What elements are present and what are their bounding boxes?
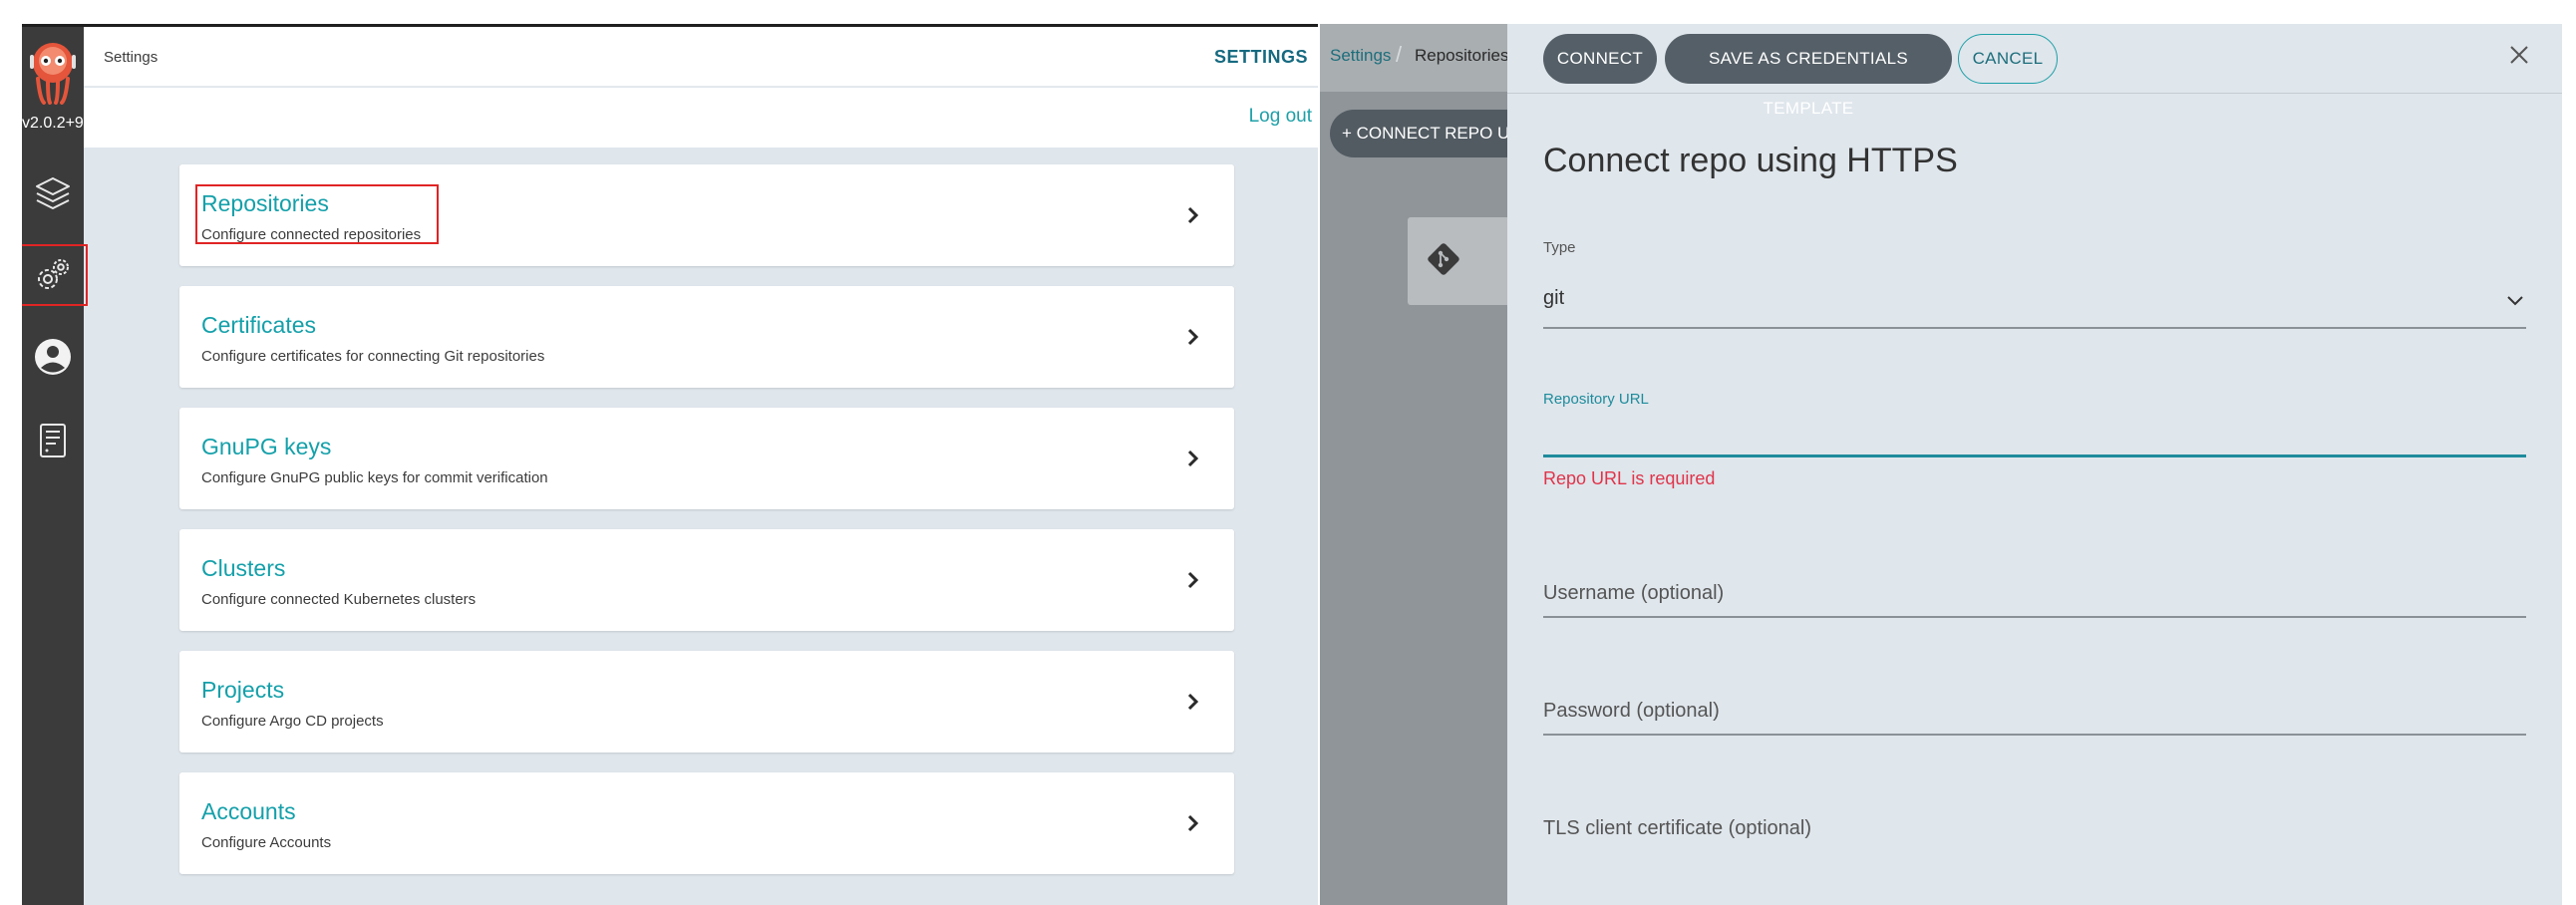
username-input[interactable]: Username (optional) bbox=[1543, 582, 1724, 605]
breadcrumb-separator: / bbox=[1396, 42, 1403, 67]
drawer-header: CONNECT SAVE AS CREDENTIALS TEMPLATE CAN… bbox=[1507, 24, 2562, 118]
card-title: Accounts bbox=[201, 798, 296, 824]
connect-repo-drawer: CONNECT SAVE AS CREDENTIALS TEMPLATE CAN… bbox=[1507, 24, 2562, 905]
connect-repo-https-button[interactable]: + CONNECT REPO USING HTTPS bbox=[1330, 110, 1529, 157]
repository-url-underline bbox=[1543, 454, 2526, 457]
password-input[interactable]: Password (optional) bbox=[1543, 700, 1720, 723]
card-accounts[interactable]: Accounts Configure Accounts bbox=[179, 772, 1234, 874]
card-description: Configure Accounts bbox=[201, 834, 332, 851]
settings-breadcrumb-link[interactable]: SETTINGS bbox=[1214, 47, 1308, 68]
logout-link[interactable]: Log out bbox=[1249, 106, 1312, 128]
tls-client-certificate-input[interactable]: TLS client certificate (optional) bbox=[1543, 817, 1811, 840]
settings-card-list: Repositories Configure connected reposit… bbox=[179, 164, 1234, 894]
page-title: Settings bbox=[104, 49, 159, 66]
git-icon bbox=[1428, 243, 1459, 275]
toolbar: Log out bbox=[84, 88, 1320, 148]
type-select-value[interactable]: git bbox=[1543, 287, 1564, 310]
card-projects[interactable]: Projects Configure Argo CD projects bbox=[179, 651, 1234, 753]
breadcrumb-settings-link[interactable]: Settings bbox=[1330, 46, 1391, 66]
username-underline bbox=[1543, 616, 2526, 618]
card-title: Certificates bbox=[201, 312, 317, 338]
card-clusters[interactable]: Clusters Configure connected Kubernetes … bbox=[179, 529, 1234, 631]
card-description: Configure certificates for connecting Gi… bbox=[201, 348, 545, 365]
user-circle-icon bbox=[35, 339, 71, 375]
settings-nav-button[interactable] bbox=[22, 244, 88, 306]
argo-logo-icon[interactable] bbox=[28, 41, 78, 105]
type-select-underline bbox=[1543, 327, 2526, 329]
chevron-right-icon bbox=[1187, 328, 1199, 346]
card-gnupg-keys[interactable]: GnuPG keys Configure GnuPG public keys f… bbox=[179, 408, 1234, 509]
top-bar: Settings SETTINGS bbox=[84, 27, 1320, 87]
card-title: Projects bbox=[201, 677, 285, 703]
page-overlay: Settings / Repositories + CONNECT REPO U… bbox=[1320, 24, 1529, 905]
gear-icon bbox=[38, 259, 69, 289]
chevron-down-icon[interactable] bbox=[2506, 295, 2524, 307]
chevron-right-icon bbox=[1187, 450, 1199, 467]
settings-page: v2.0.2+9 Settings SETTINGS Log out Repos… bbox=[22, 24, 1320, 905]
drawer-title: Connect repo using HTTPS bbox=[1543, 142, 1958, 179]
repository-url-error: Repo URL is required bbox=[1543, 468, 1716, 488]
card-title: Clusters bbox=[201, 555, 286, 581]
card-description: Configure Argo CD projects bbox=[201, 713, 384, 730]
repository-url-label: Repository URL bbox=[1543, 391, 1649, 408]
card-description: Configure connected repositories bbox=[201, 226, 422, 243]
password-underline bbox=[1543, 734, 2526, 736]
book-icon bbox=[40, 424, 66, 457]
close-icon[interactable] bbox=[2504, 40, 2534, 70]
version-label: v2.0.2+9 bbox=[22, 115, 84, 132]
breadcrumb: Settings / Repositories bbox=[1320, 24, 1509, 92]
card-certificates[interactable]: Certificates Configure certificates for … bbox=[179, 286, 1234, 388]
card-repositories[interactable]: Repositories Configure connected reposit… bbox=[179, 164, 1234, 266]
applications-nav-button[interactable] bbox=[28, 168, 78, 218]
card-title: GnuPG keys bbox=[201, 434, 332, 459]
card-description: Configure GnuPG public keys for commit v… bbox=[201, 469, 548, 486]
chevron-right-icon bbox=[1187, 693, 1199, 711]
docs-nav-button[interactable] bbox=[28, 416, 78, 465]
chevron-right-icon bbox=[1187, 571, 1199, 589]
connect-button[interactable]: CONNECT bbox=[1543, 34, 1657, 84]
cancel-button[interactable]: CANCEL bbox=[1958, 34, 2058, 84]
card-title: Repositories bbox=[201, 190, 329, 216]
layers-icon bbox=[36, 177, 70, 209]
user-info-nav-button[interactable] bbox=[28, 332, 78, 382]
screen: v2.0.2+9 Settings SETTINGS Log out Repos… bbox=[0, 0, 2576, 905]
card-description: Configure connected Kubernetes clusters bbox=[201, 591, 477, 608]
type-label: Type bbox=[1543, 239, 1576, 256]
repositories-page: Settings / Repositories + CONNECT REPO U… bbox=[1320, 24, 2562, 905]
sidebar: v2.0.2+9 bbox=[22, 27, 88, 905]
chevron-right-icon bbox=[1187, 814, 1199, 832]
save-as-credentials-template-button[interactable]: SAVE AS CREDENTIALS TEMPLATE bbox=[1665, 34, 1952, 118]
breadcrumb-current: Repositories bbox=[1415, 46, 1509, 65]
chevron-right-icon bbox=[1187, 206, 1199, 224]
